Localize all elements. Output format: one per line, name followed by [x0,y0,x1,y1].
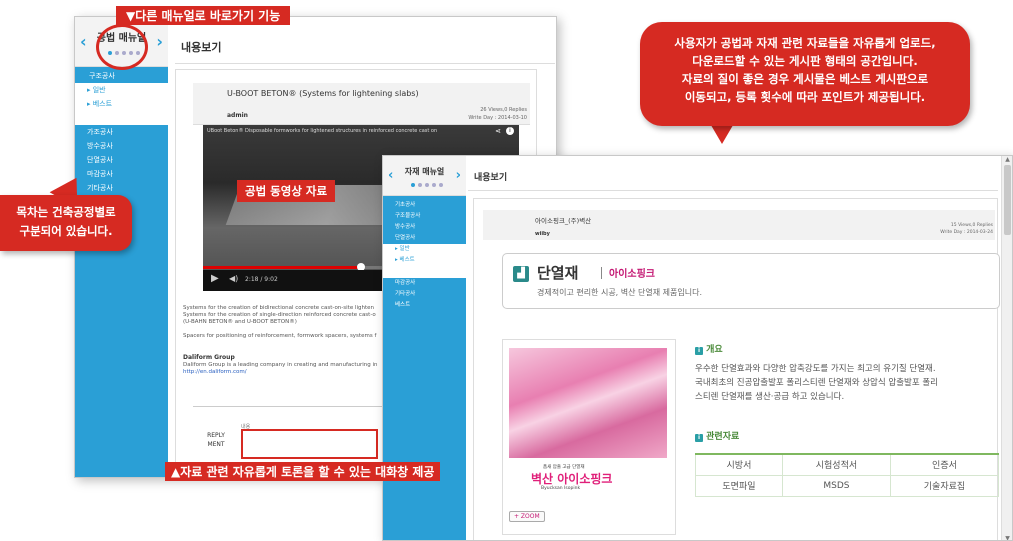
sidebar-item[interactable]: 마감공사 [75,167,168,181]
sidebar-item[interactable]: ▸ 일반 [383,244,466,255]
video-time: 2:18 / 9:02 [245,276,278,283]
post-stats: 26 Views,0 Replies [480,107,527,113]
prev-manual-button[interactable]: ‹ [388,168,393,183]
sidebar-header: ‹ 자재 매뉴얼 › [383,156,466,196]
scroll-down-icon[interactable]: ▼ [1002,535,1012,540]
sidebar-item[interactable]: 마감공사 [383,278,466,289]
sidebar-item[interactable]: ▸ 일반 [75,83,168,97]
bubble-line: 구분되어 있습니다. [19,224,113,238]
post-author: wiiby [535,231,550,237]
sidebar-menu: 구조공사 ▸ 일반 ▸ 베스트 가조공사 방수공사 단열공사 마감공사 기타공사 [75,67,168,195]
top-callout-label: ▼다른 매뉴얼로 바로가기 기능 [116,6,291,25]
board-description-bubble: 사용자가 공법과 자재 관련 자료들을 자유롭게 업로드, 다운로드할 수 있는 … [640,22,970,126]
product-banner: ▟ 단열재 아이소핑크 경제적이고 편리한 시공, 벽산 단열재 제품입니다. [502,253,1000,309]
bubble-line: 자료의 질이 좋은 경우 게시물은 베스트 게시판으로 [681,72,929,86]
sidebar-item[interactable]: 구조물공사 [383,211,466,222]
post-panel: 아이소핑크_(주)벽산 wiiby 15 Views,0 Replies Wri… [473,198,1000,540]
material-manual-window: ‹ 자재 매뉴얼 › 기초공사 구조물공사 방수공사 단열공사 ▸ 일반 ▸ 베스트 마감공… [382,155,1013,541]
table-cell-link[interactable]: MSDS [781,474,891,497]
sidebar-title: 자재 매뉴얼 [404,167,445,176]
table-cell-link[interactable]: 도면파일 [695,474,783,497]
video-callout-label: 공법 동영상 자료 [237,180,336,202]
sidebar-item[interactable]: ▸ 베스트 [75,97,168,125]
related-title: 관련자료 [706,432,740,442]
toc-description-bubble: 목차는 건축공정별로구분되어 있습니다. [0,195,132,251]
reply-textarea[interactable] [241,429,378,459]
overview-line: 우수한 단열효과와 다양한 압축강도를 가지는 최고의 유기질 단열재. [695,364,936,374]
video-caption: UBoot Beton® Disposable formworks for li… [207,128,438,134]
building-icon: ▟ [513,266,529,282]
table-cell-link[interactable]: 시방서 [695,453,783,476]
post-stats: 15 Views,0 Replies [950,223,993,228]
banner-title: 단열재 [537,264,579,282]
sidebar-item[interactable]: 가조공사 [75,125,168,139]
overview-heading: i 개요 [695,342,723,355]
zoom-button[interactable]: + ZOOM [509,511,545,522]
post-header: U-BOOT BETON® (Systems for lightening sl… [193,83,530,125]
bubble-line: 이동되고, 등록 횟수에 따라 포인트가 제공됩니다. [684,90,926,104]
sidebar-item[interactable]: 기타공사 [383,289,466,300]
content-title: 내용보기 [181,41,222,54]
overview-line: 스티렌 단열재를 생산·공급 하고 있습니다. [695,392,845,402]
play-icon[interactable]: ▶ [211,273,219,284]
video-progress-fill [203,266,361,269]
bottom-callout-label: ▲자료 관련 자유롭게 토론을 할 수 있는 대화창 제공 [165,462,441,481]
bubble-line: 사용자가 공법과 자재 관련 자료들을 자유롭게 업로드, [674,36,936,50]
scroll-thumb[interactable] [1004,165,1011,235]
table-cell-link[interactable]: 인증서 [889,453,1000,476]
company-link[interactable]: http://en.daliform.com/ [183,369,247,375]
sidebar-item[interactable]: 방수공사 [75,139,168,153]
page-dots[interactable] [411,183,443,187]
info-icon[interactable]: i [506,127,514,135]
next-manual-button[interactable]: › [456,168,461,183]
table-row: 도면파일 MSDS 기술자료집 [695,474,1000,497]
reply-label: REPLY MENT [207,432,225,448]
post-date: Write Day : 2014-03-10 [468,115,527,121]
info-icon: i [695,434,703,442]
company-desc: Daliform Group is a leading company in c… [183,362,378,368]
table-cell-link[interactable]: 시험성적서 [781,453,891,476]
prev-manual-button[interactable]: ‹ [80,32,87,51]
scrollbar[interactable]: ▲ ▼ [1001,156,1012,540]
volume-icon[interactable]: ◀) [229,274,238,283]
sidebar-item[interactable]: 방수공사 [383,222,466,233]
post-date: Write Day : 2014-03-24 [940,230,993,235]
related-heading: i 관련자료 [695,429,739,442]
sidebar-item[interactable]: 베스트 [383,300,466,311]
sidebar-item[interactable]: 단열공사 [75,153,168,167]
banner-subtitle: 경제적이고 편리한 시공, 벽산 단열재 제품입니다. [537,288,702,297]
sidebar-item[interactable]: 단열공사 [383,233,466,244]
post-author: admin [227,112,248,119]
table-cell-link[interactable]: 기술자료집 [889,474,1000,497]
bubble-line: 목차는 건축공정별로 [16,205,116,219]
sidebar-item[interactable]: ▸ 베스트 [383,255,466,278]
sidebar: ‹ 자재 매뉴얼 › 기초공사 구조물공사 방수공사 단열공사 ▸ 일반 ▸ 베스트 마감공… [383,156,466,540]
scroll-up-icon[interactable]: ▲ [1002,156,1012,163]
post-header: 아이소핑크_(주)벽산 wiiby 15 Views,0 Replies Wri… [483,210,995,240]
related-table: 시방서 시험성적서 인증서 도면파일 MSDS 기술자료집 [695,453,1000,497]
info-icon: i [695,347,703,355]
overview-line: 국내최초의 진공압출발포 폴리스티렌 단열재와 상압식 압출발포 폴리 [695,378,938,388]
company-name: Daliform Group [183,354,235,361]
overview-title: 개요 [706,345,723,355]
banner-brand: 아이소핑크 [609,269,655,280]
sidebar-item[interactable]: 기초공사 [383,200,466,211]
share-icon[interactable]: ⋖ [495,127,501,135]
sidebar-item[interactable]: 구조공사 [75,69,168,83]
post-title: U-BOOT BETON® (Systems for lightening sl… [227,89,419,98]
bubble-line: 다운로드할 수 있는 게시판 형태의 공간입니다. [692,54,918,68]
overview-text: 우수한 단열효과와 다양한 압축강도를 가지는 최고의 유기질 단열재. 국내최초… [695,362,995,404]
product-image [509,348,667,458]
product-logo: 벽산 아이소핑크 [531,472,613,486]
table-row: 시방서 시험성적서 인증서 [695,453,1000,476]
highlight-circle [96,24,148,70]
product-en-name: Byucksan Isopink [541,486,581,491]
content-title: 내용보기 [474,173,508,183]
product-image-frame: 품새 압출 고급 단열재 벽산 아이소핑크 Byucksan Isopink +… [502,339,676,535]
post-title: 아이소핑크_(주)벽산 [535,217,592,225]
next-manual-button[interactable]: › [156,32,163,51]
sidebar-menu: 기초공사 구조물공사 방수공사 단열공사 ▸ 일반 ▸ 베스트 마감공사 기타공사 베스트 [383,196,466,311]
